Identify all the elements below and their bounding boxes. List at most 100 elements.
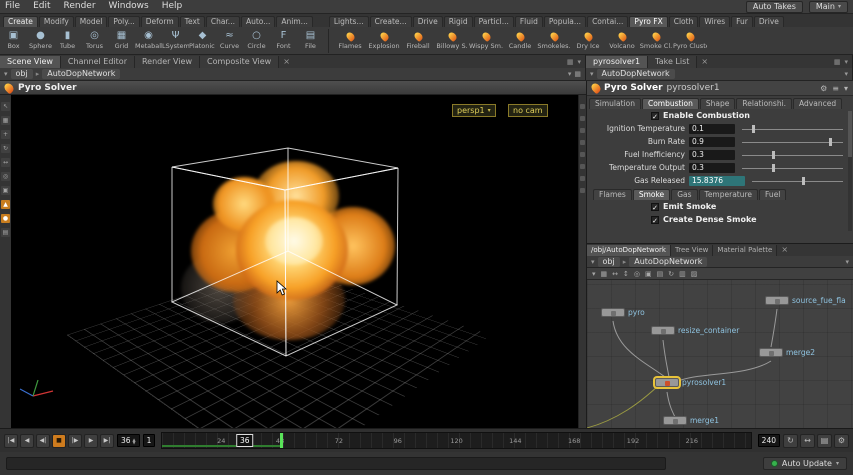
shelf-tool[interactable]: ● Sphere (27, 27, 54, 54)
shelf-tab[interactable]: Char... (205, 16, 240, 27)
spinner-icon[interactable]: ▲ ▼ (133, 437, 136, 444)
update-mode-button[interactable]: Auto Update ▾ (762, 457, 847, 470)
node-pyrosolver1[interactable]: pyrosolver1 (655, 378, 726, 387)
shelf-tab[interactable]: Lights... (328, 16, 369, 27)
no-cam-menu[interactable]: no cam (508, 104, 548, 117)
breadcrumb-root[interactable]: obj (10, 69, 33, 79)
shelf-tool[interactable]: Smokeles. (537, 27, 571, 54)
viewport-tool-icon[interactable]: ▲ (1, 200, 10, 209)
timeline-ruler[interactable]: 24487296120144168192216 36 (161, 432, 752, 449)
close-icon[interactable]: × (777, 244, 792, 256)
gas-released-field[interactable]: 15.8376 (689, 175, 745, 186)
playhead[interactable] (280, 433, 284, 448)
shelf-tool[interactable]: Ψ LSystem (162, 27, 189, 54)
shelf-tab[interactable]: Drive (753, 16, 784, 27)
param-subtab[interactable]: Smoke (632, 189, 671, 200)
shelf-tool[interactable]: ≈ Curve (216, 27, 243, 54)
display-option-icon[interactable] (580, 104, 585, 109)
node-icon[interactable] (655, 378, 679, 387)
take-selector-button[interactable]: Main ▾ (808, 0, 848, 13)
ignition-temperature-field[interactable]: 0.1 (689, 123, 735, 134)
viewport-tool-icon[interactable]: ● (1, 214, 10, 223)
shelf-tool[interactable]: Dry Ice (571, 27, 605, 54)
transport-button[interactable]: |▶ (68, 433, 82, 448)
breadcrumb-node[interactable]: AutoDopNetwork (629, 256, 708, 267)
viewport-tool-icon[interactable]: ◎ (1, 172, 10, 181)
network-toolbar-icon[interactable]: ▨ (691, 270, 698, 278)
pane-tab[interactable]: Tree View (670, 245, 714, 256)
transport-button[interactable]: ▶| (100, 433, 114, 448)
display-option-icon[interactable] (580, 128, 585, 133)
shelf-tool[interactable]: ▦ Grid (108, 27, 135, 54)
node-icon[interactable] (759, 348, 783, 357)
shelf-tab[interactable]: Popula... (543, 16, 587, 27)
display-option-icon[interactable] (580, 140, 585, 145)
shelf-tool[interactable]: Smoke Cl. (639, 27, 673, 54)
pin-icon[interactable]: ▾ (844, 70, 848, 78)
shelf-tool[interactable]: Explosion (367, 27, 401, 54)
current-frame-field[interactable]: 36 ▲ ▼ (117, 434, 140, 447)
shelf-tool[interactable]: Wispy Sm. (469, 27, 503, 54)
pin-icon[interactable]: ▾ (845, 258, 849, 266)
shelf-tool[interactable]: Candle (503, 27, 537, 54)
split-icon[interactable]: ▦ (834, 56, 841, 68)
auto-takes-button[interactable]: Auto Takes (745, 0, 803, 13)
viewport-tool-icon[interactable]: ▤ (1, 228, 10, 237)
shelf-tool[interactable]: ◉ Metaball (135, 27, 162, 54)
shelf-tab[interactable]: Deform (140, 16, 179, 27)
chevron-down-icon[interactable]: ▾ (591, 258, 595, 266)
current-frame-marker[interactable]: 36 (235, 434, 254, 447)
network-toolbar-icon[interactable]: ◎ (634, 270, 640, 278)
shelf-tool[interactable]: ▮ Tube (54, 27, 81, 54)
transport-button[interactable]: ◀| (36, 433, 50, 448)
menu-item[interactable]: Render (64, 0, 96, 13)
node-merge2[interactable]: merge2 (759, 348, 815, 357)
chevron-down-icon[interactable]: ▾ (4, 70, 8, 78)
network-toolbar-icon[interactable]: ↕ (623, 270, 629, 278)
network-toolbar-icon[interactable]: ▦ (601, 270, 608, 278)
gear-icon[interactable]: ⚙ (820, 84, 827, 93)
shelf-tab[interactable]: Fur (731, 16, 753, 27)
node-merge1[interactable]: merge1 (663, 416, 719, 425)
ignition-temperature-slider[interactable] (742, 124, 843, 134)
shelf-tool[interactable]: Fireball (401, 27, 435, 54)
viewport-tool-icon[interactable]: ↔ (1, 158, 10, 167)
menu-item[interactable]: Help (162, 0, 183, 13)
gear-icon[interactable]: ≡ (832, 84, 839, 93)
gear-icon[interactable]: ▾ (844, 84, 848, 93)
param-tab[interactable]: Simulation (589, 98, 641, 109)
param-subtab[interactable]: Gas (671, 189, 698, 200)
shelf-tab[interactable]: Create... (369, 16, 412, 27)
pane-tab[interactable]: Material Palette (713, 245, 778, 256)
network-canvas[interactable]: pyro source_fue_fla resize_container mer… (587, 280, 853, 429)
display-option-icon[interactable] (580, 188, 585, 193)
transport-button[interactable]: |◀ (4, 433, 18, 448)
shelf-tab[interactable]: Auto... (240, 16, 276, 27)
network-toolbar-icon[interactable]: ↻ (668, 270, 674, 278)
playback-option-icon[interactable]: ↻ (783, 433, 798, 448)
breadcrumb-node[interactable]: AutoDopNetwork (42, 69, 121, 79)
scrollbar[interactable] (848, 111, 852, 231)
viewport-tool-icon[interactable]: + (1, 130, 10, 139)
shelf-tab[interactable]: Poly... (108, 16, 140, 27)
status-message-field[interactable] (6, 457, 666, 470)
shelf-tool[interactable]: Volcano (605, 27, 639, 54)
pane-tab[interactable]: Scene View (0, 56, 61, 68)
viewport-tool-icon[interactable]: ▣ (1, 186, 10, 195)
param-tab[interactable]: Combustion (641, 98, 699, 109)
transport-button[interactable]: ◀ (20, 433, 34, 448)
transport-button[interactable]: ▶ (84, 433, 98, 448)
breadcrumb-root[interactable]: obj (597, 256, 620, 267)
display-option-icon[interactable] (580, 116, 585, 121)
shelf-tab[interactable]: Model (74, 16, 108, 27)
node-icon[interactable] (601, 308, 625, 317)
shelf-tool[interactable]: Billowy S. (435, 27, 469, 54)
param-path-node[interactable]: AutoDopNetwork (596, 69, 675, 79)
temperature-output-field[interactable]: 0.3 (689, 162, 735, 173)
network-toolbar-icon[interactable]: ▾ (592, 270, 596, 278)
pane-tab[interactable]: Composite View (200, 56, 280, 68)
node-resize-container[interactable]: resize_container (651, 326, 739, 335)
playback-option-icon[interactable]: ▤ (817, 433, 832, 448)
display-option-icon[interactable] (580, 164, 585, 169)
shelf-tool[interactable]: ▤ File (297, 27, 324, 54)
